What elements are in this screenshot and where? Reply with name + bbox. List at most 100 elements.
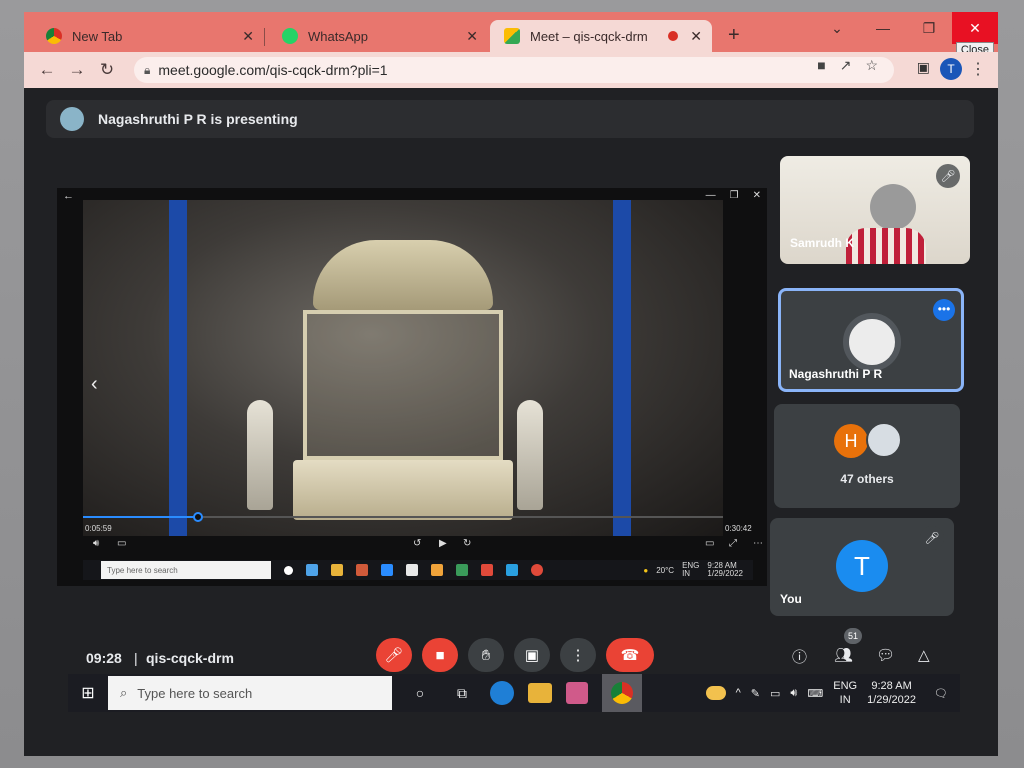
presenting-label: Nagashruthi P R is presenting — [98, 111, 298, 127]
address-bar[interactable]: 🔒︎ meet.google.com/qis-cqck-drm?pli=1 — [134, 57, 894, 83]
keyboard-icon[interactable]: ⌨ — [807, 687, 823, 700]
taskbar-search[interactable]: ⌕ Type here to search — [108, 676, 392, 710]
forward-icon[interactable]: ↻ — [463, 538, 471, 549]
play-pause-icon[interactable]: ▶ — [439, 538, 447, 549]
elapsed-time: 0:05:59 — [85, 524, 112, 533]
palanquin-body — [303, 310, 503, 460]
close-tab-icon[interactable]: ✕ — [466, 28, 478, 45]
camera-button[interactable]: ■ — [422, 638, 458, 672]
lock-icon: 🔒︎ — [144, 62, 151, 77]
back-icon[interactable]: ← — [32, 60, 62, 80]
participant-name: Nagashruthi P R — [789, 367, 883, 381]
present-screen-icon: ▣ — [524, 647, 540, 664]
presented-clock: 9:28 AM 1/29/2022 — [707, 562, 743, 578]
language-indicator[interactable]: ENG IN — [833, 679, 857, 707]
meet-icon — [504, 28, 520, 44]
hand-icon: ✋︎ — [481, 646, 491, 664]
camera-icon[interactable]: ■ — [817, 57, 825, 74]
presented-tray: ● 20°C ENG IN 9:28 AM 1/29/2022 — [643, 562, 753, 578]
weather-icon: ● — [643, 565, 649, 575]
url-text: meet.google.com/qis-cqck-drm?pli=1 — [158, 62, 388, 78]
screen: New Tab ✕ WhatsApp ✕ Meet – qis-cqck-drm… — [24, 12, 998, 756]
info-icon[interactable]: ⓘ — [792, 646, 807, 667]
participant-video — [870, 184, 916, 230]
microphone-button[interactable]: 🎤︎ — [376, 638, 412, 672]
mail-icon — [381, 564, 393, 576]
participant-tile-nagashruthi[interactable]: ••• Nagashruthi P R — [778, 288, 964, 392]
taskbar-clock[interactable]: 9:28 AM 1/29/2022 — [867, 679, 916, 707]
mic-off-icon: 🎤︎ — [920, 526, 944, 550]
weather-icon[interactable] — [705, 686, 726, 700]
tab-search-icon[interactable]: ⌄ — [814, 12, 860, 44]
forward-icon[interactable]: → — [62, 60, 92, 80]
file-explorer-icon[interactable] — [528, 683, 552, 703]
microsoft-store-icon[interactable] — [566, 682, 588, 704]
divider: | — [134, 650, 138, 666]
chrome-icon — [531, 564, 543, 576]
omnibox-actions: ■ ↗ ☆ — [817, 57, 878, 74]
close-tab-icon[interactable]: ✕ — [242, 28, 254, 45]
browser-toolbar: ← → ↻ 🔒︎ meet.google.com/qis-cqck-drm?pl… — [24, 52, 998, 88]
people-count-badge: 51 — [844, 628, 862, 644]
tab-label: WhatsApp — [308, 28, 368, 44]
leave-call-button[interactable]: ☎︎ — [606, 638, 654, 672]
cortana-icon — [284, 565, 293, 575]
windows-start-icon[interactable]: ⊞ — [68, 683, 108, 703]
taskbar-time: 9:28 AM — [871, 680, 912, 692]
video-frame[interactable] — [83, 200, 723, 536]
restore-icon[interactable]: ❐ — [730, 190, 739, 201]
restore-button[interactable]: ❐ — [906, 12, 952, 44]
notifications-icon[interactable]: 🗨︎ — [934, 687, 948, 700]
close-window-button[interactable]: ✕ — [952, 12, 998, 44]
present-button[interactable]: ▣ — [514, 638, 550, 672]
participant-tile-samrudh[interactable]: Samrudh K 🎤︎ — [780, 156, 970, 264]
participant-tile-you[interactable]: T 🎤︎ You — [770, 518, 954, 616]
more-vert-icon: ⋮ — [570, 647, 586, 664]
close-icon[interactable]: ✕ — [753, 190, 761, 201]
app-icon — [506, 564, 518, 576]
chevron-up-icon[interactable]: ^ — [736, 687, 741, 699]
tab-whatsapp[interactable]: WhatsApp ✕ — [268, 20, 488, 52]
more-options-icon[interactable]: ••• — [933, 299, 955, 321]
profile-avatar[interactable]: T — [940, 58, 962, 80]
new-tab-button[interactable]: + — [728, 24, 740, 47]
reload-icon[interactable]: ↻ — [92, 60, 122, 80]
pen-icon[interactable]: ✎ — [751, 687, 760, 700]
taskbar-search-placeholder: Type here to search — [137, 685, 253, 701]
side-panel-icon[interactable]: ▣ — [917, 59, 930, 76]
more-options-button[interactable]: ⋮ — [560, 638, 596, 672]
mic-off-icon: 🎤︎ — [384, 647, 404, 664]
close-tab-icon[interactable]: ✕ — [690, 28, 702, 45]
video-controls: 🔊︎ ▭ ↺ ▶ ↻ ▭ ⤢ ⋯ — [83, 534, 763, 556]
edge-icon[interactable] — [490, 681, 514, 705]
rewind-icon[interactable]: ↺ — [413, 538, 421, 549]
participant-tile-others[interactable]: H 47 others — [774, 404, 960, 508]
meeting-time: 09:28 — [86, 650, 122, 666]
monitor-bezel: New Tab ✕ WhatsApp ✕ Meet – qis-cqck-drm… — [0, 0, 1024, 768]
raise-hand-button[interactable]: ✋︎ — [468, 638, 504, 672]
video-progress-track[interactable] — [83, 512, 723, 522]
chat-icon[interactable]: 💬︎ — [876, 646, 895, 664]
tab-meet[interactable]: Meet – qis-cqck-drm ✕ — [490, 20, 712, 52]
tab-new-tab[interactable]: New Tab ✕ — [32, 20, 264, 52]
volume-icon[interactable]: 🔊︎ — [790, 687, 797, 700]
task-view-icon[interactable]: ⧉ — [448, 679, 476, 707]
bookmark-star-icon[interactable]: ☆ — [865, 57, 878, 74]
others-count-label: 47 others — [840, 472, 894, 486]
cortana-icon[interactable]: ○ — [406, 679, 434, 707]
volume-icon[interactable]: 🔊︎ — [93, 538, 99, 549]
minimize-button[interactable]: — — [860, 12, 906, 44]
browser-menu-icon[interactable]: ⋮ — [970, 59, 986, 79]
previous-arrow-icon[interactable]: ‹ — [91, 373, 98, 396]
activities-icon[interactable]: △ — [918, 646, 930, 664]
chrome-taskbar-icon[interactable] — [602, 674, 642, 712]
fullscreen-icon[interactable]: ⤢ — [729, 538, 737, 549]
network-icon[interactable]: ▭ — [770, 687, 780, 700]
captions-icon[interactable]: ▭ — [117, 538, 126, 549]
share-icon[interactable]: ↗ — [840, 57, 852, 74]
miniplayer-icon[interactable]: ▭ — [705, 538, 714, 549]
back-arrow-icon[interactable]: ← — [63, 190, 74, 202]
participant-avatar — [843, 313, 901, 371]
more-options-icon[interactable]: ⋯ — [753, 538, 763, 549]
people-icon[interactable]: 👥︎ — [834, 646, 853, 664]
